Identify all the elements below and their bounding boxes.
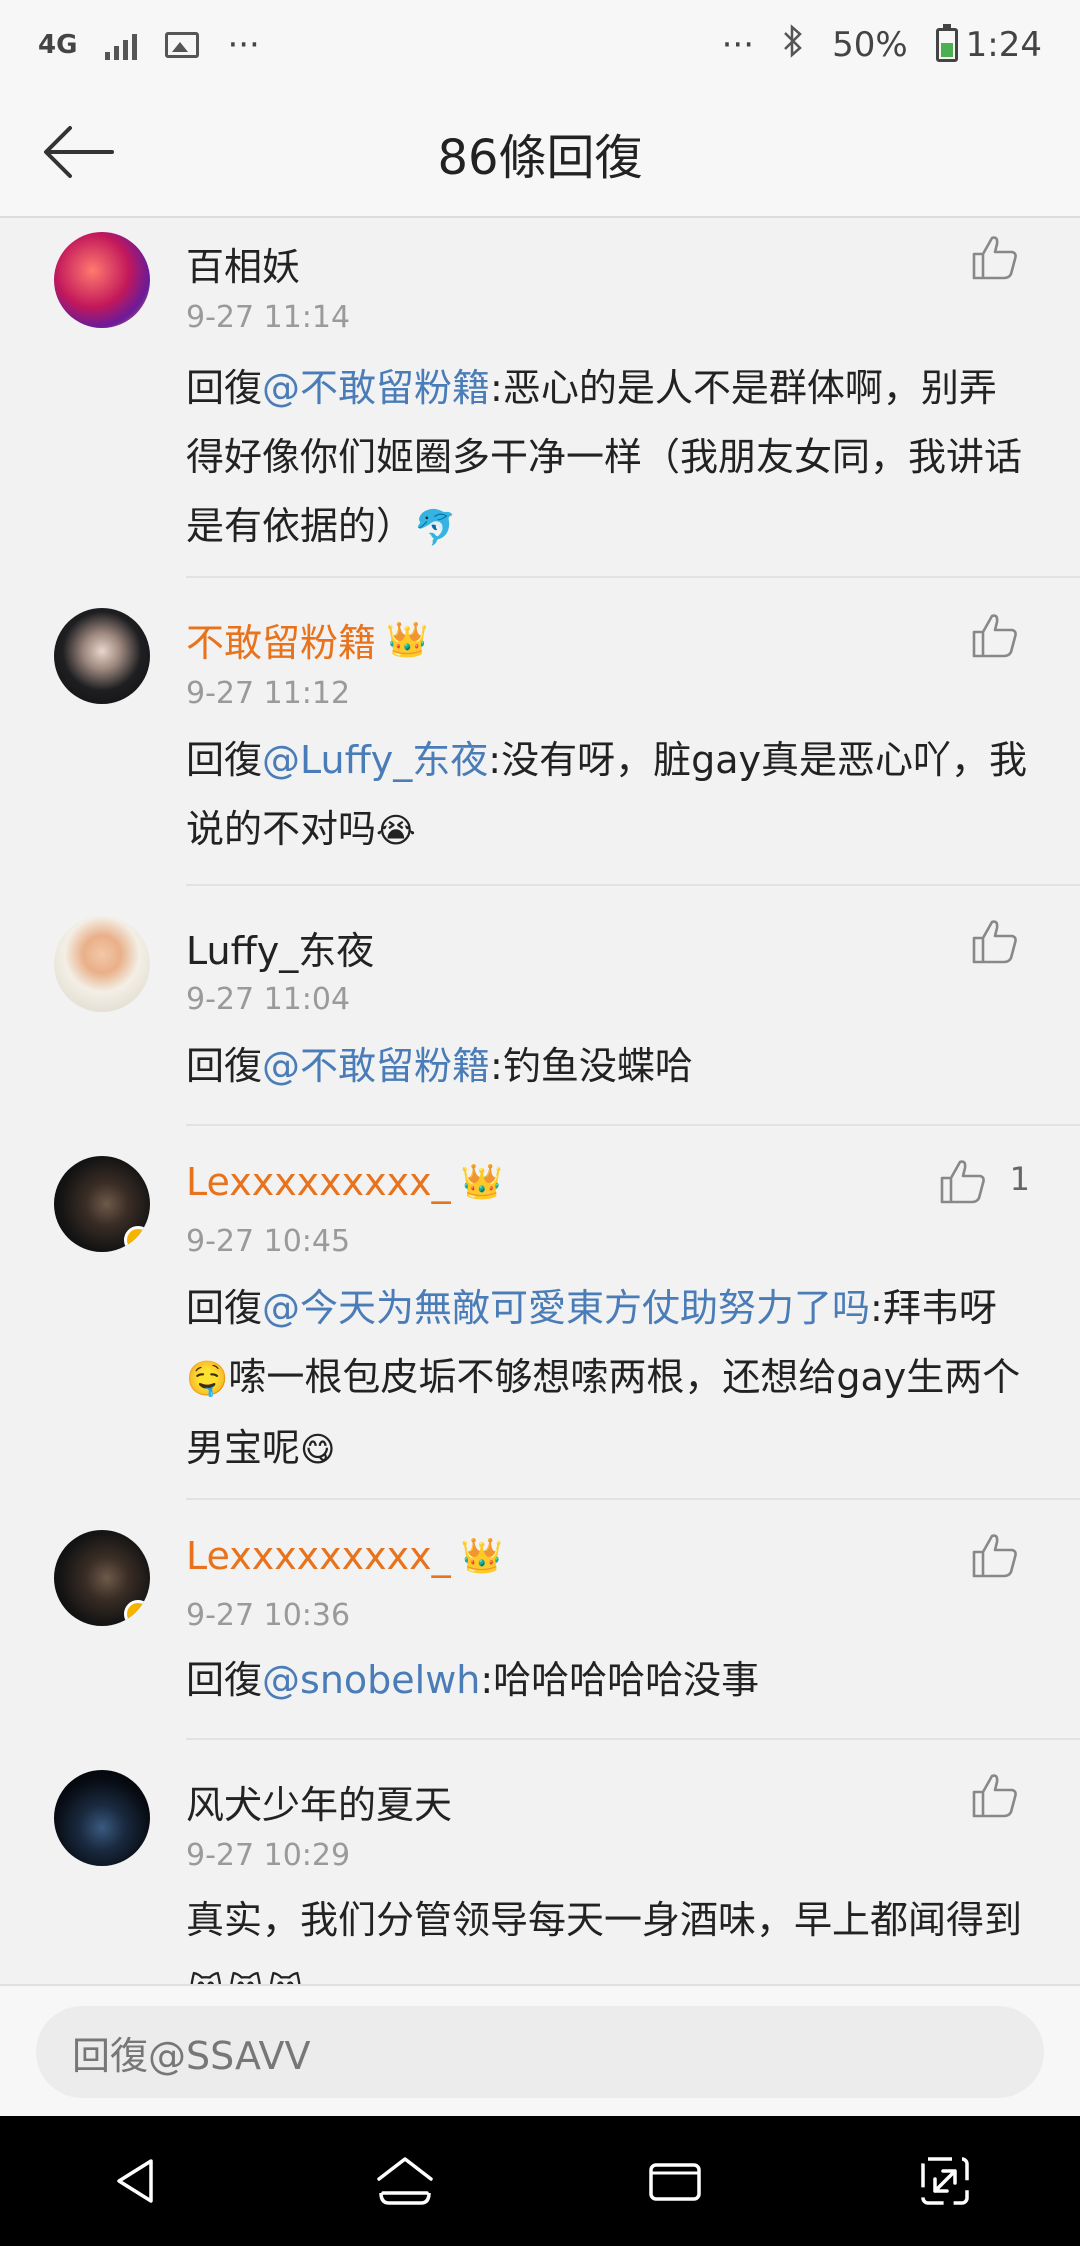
- thumbs-up-icon: [972, 920, 1017, 964]
- author-name: Lexxxxxxxxx_: [186, 1534, 451, 1578]
- avatar[interactable]: [54, 608, 150, 704]
- header-bar: 86條回復: [0, 90, 1080, 218]
- vip-crown-icon: 👑: [386, 619, 429, 660]
- emoji: 🐬: [414, 508, 457, 548]
- vip-crown-icon: 👑: [460, 1162, 503, 1202]
- like-button[interactable]: [970, 610, 1020, 660]
- comment-author[interactable]: Lexxxxxxxxx_ 👑: [186, 1534, 503, 1578]
- author-name: 风犬少年的夏天: [186, 1783, 453, 1827]
- comment-list[interactable]: 百相妖 9-27 11:14 回復@不敢留粉籍:恶心的是人不是群体啊，别弄得好像…: [0, 218, 1080, 1984]
- comment-time: 9-27 11:04: [186, 982, 351, 1017]
- comment-time: 9-27 10:29: [186, 1838, 351, 1873]
- author-name: Luffy_东夜: [186, 929, 375, 973]
- nav-recents-button[interactable]: [635, 2141, 715, 2221]
- nav-home-icon: [377, 2157, 433, 2205]
- verified-badge-icon: [124, 1600, 150, 1626]
- comment-text: :拜韦呀: [870, 1286, 997, 1330]
- mention-link[interactable]: @不敢留粉籍: [262, 1044, 490, 1088]
- comment-item: Luffy_东夜 9-27 11:04 回復@不敢留粉籍:钓鱼没蝶哈: [0, 886, 1080, 1126]
- image-notification-icon: [165, 32, 200, 58]
- comment-text: :哈哈哈哈哈没事: [480, 1658, 760, 1702]
- avatar[interactable]: [54, 1770, 150, 1866]
- clock: 1:24: [965, 25, 1042, 65]
- reply-prefix: 回復: [186, 1286, 263, 1330]
- author-name: 百相妖: [186, 245, 301, 289]
- reply-input[interactable]: 回復@SSAVV: [36, 2006, 1044, 2098]
- like-count: 1: [1009, 1160, 1030, 1198]
- battery-percent: 50%: [832, 25, 908, 65]
- more-notifications-icon: ···: [227, 25, 260, 65]
- avatar[interactable]: [54, 916, 150, 1012]
- battery-icon: [935, 24, 958, 62]
- comment-body: 真实，我们分管领导每天一身酒味，早上都闻得到 😹😹😹: [186, 1886, 1030, 1984]
- like-button[interactable]: [970, 232, 1020, 282]
- thumbs-up-icon: [972, 1534, 1017, 1578]
- thumbs-up-icon: [972, 1774, 1017, 1818]
- mention-link[interactable]: @snobelwh: [262, 1658, 480, 1702]
- comment-text: :钓鱼没蝶哈: [490, 1044, 693, 1088]
- comment-time: 9-27 11:12: [186, 676, 351, 711]
- comment-author[interactable]: Luffy_东夜: [186, 920, 374, 975]
- emoji: 😋: [300, 1430, 336, 1470]
- like-button[interactable]: [970, 1770, 1020, 1820]
- thumbs-up-icon: [972, 614, 1017, 658]
- comment-author[interactable]: Lexxxxxxxxx_ 👑: [186, 1160, 503, 1204]
- comment-body: 回復@不敢留粉籍:钓鱼没蝶哈: [186, 1032, 1030, 1101]
- comment-text: 真实，我们分管领导每天一身酒味，早上都闻得到: [186, 1898, 1023, 1942]
- nav-recents-icon: [649, 2163, 701, 2201]
- thumbs-up-icon: [940, 1160, 985, 1204]
- comment-body: 回復@snobelwh:哈哈哈哈哈没事: [186, 1646, 1030, 1715]
- avatar[interactable]: [54, 1156, 150, 1252]
- comment-body: 回復@不敢留粉籍:恶心的是人不是群体啊，别弄得好像你们姬圈多干净一样（我朋友女同…: [186, 354, 1030, 563]
- signal-icon: [105, 30, 138, 60]
- comment-item: 风犬少年的夏天 9-27 10:29 真实，我们分管领导每天一身酒味，早上都闻得…: [0, 1740, 1080, 1984]
- reply-prefix: 回復: [186, 366, 263, 410]
- mention-link[interactable]: @今天为無敵可愛東方仗助努力了吗: [262, 1286, 870, 1330]
- comment-time: 9-27 11:14: [186, 300, 351, 335]
- comment-time: 9-27 10:45: [186, 1224, 351, 1259]
- comment-author[interactable]: 不敢留粉籍 👑: [186, 612, 428, 667]
- like-button[interactable]: [970, 916, 1020, 966]
- bluetooth-icon: [782, 23, 804, 67]
- avatar[interactable]: [54, 1530, 150, 1626]
- nav-screenshot-button[interactable]: [905, 2141, 985, 2221]
- comment-item: 百相妖 9-27 11:14 回復@不敢留粉籍:恶心的是人不是群体啊，别弄得好像…: [0, 218, 1080, 578]
- reply-bar: 回復@SSAVV: [0, 1984, 1080, 2116]
- author-name: Lexxxxxxxxx_: [186, 1160, 451, 1204]
- status-bar: 4G ··· ··· 50% 1:24: [0, 0, 1080, 90]
- more-status-icon: ···: [721, 25, 755, 65]
- status-right: ··· 50% 1:24: [721, 23, 1042, 67]
- system-nav-bar: [0, 2116, 1080, 2246]
- emoji: 😹😹😹: [186, 1971, 305, 1984]
- expand-screen-icon: [921, 2157, 969, 2205]
- nav-back-button[interactable]: [95, 2141, 175, 2221]
- author-name: 不敢留粉籍: [186, 621, 377, 665]
- like-button[interactable]: [970, 1530, 1020, 1580]
- comment-item: Lexxxxxxxxx_ 👑 1 9-27 10:45 回復@今天为無敵可愛東方…: [0, 1126, 1080, 1500]
- comment-body: 回復@今天为無敵可愛東方仗助努力了吗:拜韦呀🤤嗦一根包皮垢不够想嗦两根，还想给g…: [186, 1274, 1030, 1485]
- comment-author[interactable]: 百相妖: [186, 236, 300, 291]
- mention-link[interactable]: @不敢留粉籍: [262, 366, 490, 410]
- avatar[interactable]: [54, 232, 150, 328]
- emoji: 🤤: [186, 1359, 229, 1399]
- thumbs-up-icon: [972, 236, 1017, 280]
- comment-item: Lexxxxxxxxx_ 👑 9-27 10:36 回復@snobelwh:哈哈…: [0, 1500, 1080, 1740]
- like-button[interactable]: [938, 1156, 988, 1206]
- verified-badge-icon: [124, 1226, 150, 1252]
- network-indicator: 4G: [38, 30, 78, 60]
- nav-back-icon: [117, 2159, 153, 2203]
- nav-home-button[interactable]: [365, 2141, 445, 2221]
- emoji: 😭: [376, 811, 416, 851]
- comment-body: 回復@Luffy_东夜:没有呀，脏gay真是恶心吖，我说的不对吗😭: [186, 726, 1030, 866]
- reply-prefix: 回復: [186, 1044, 263, 1088]
- mention-link[interactable]: @Luffy_东夜: [262, 738, 488, 782]
- reply-prefix: 回復: [186, 738, 263, 782]
- comment-item: 不敢留粉籍 👑 9-27 11:12 回復@Luffy_东夜:没有呀，脏gay真…: [0, 578, 1080, 886]
- vip-crown-icon: 👑: [460, 1536, 503, 1576]
- page-title: 86條回復: [437, 130, 643, 186]
- comment-time: 9-27 10:36: [186, 1598, 351, 1633]
- reply-prefix: 回復: [186, 1658, 263, 1702]
- status-left: 4G ···: [38, 25, 260, 65]
- comment-author[interactable]: 风犬少年的夏天: [186, 1774, 452, 1829]
